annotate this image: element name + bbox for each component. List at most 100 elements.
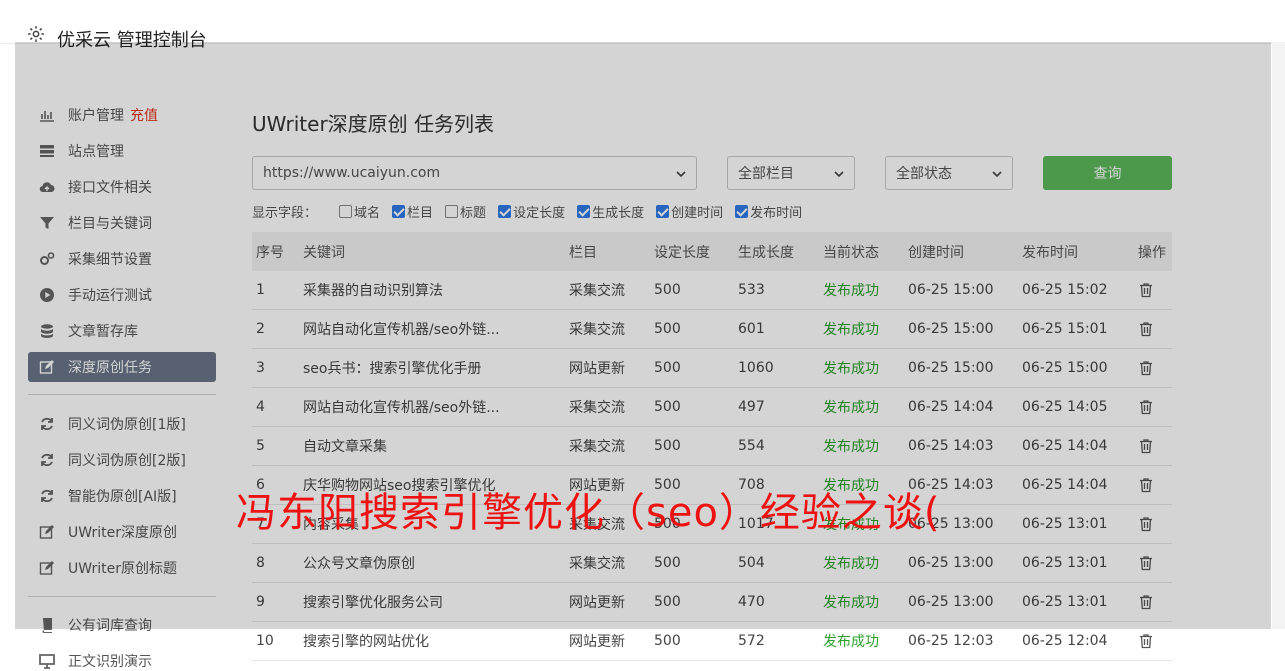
sidebar-item-uwriter-title[interactable]: UWriter原创标题 [28, 553, 216, 583]
field-checkbox-title[interactable]: 标题 [445, 202, 486, 221]
recharge-link[interactable]: 充值 [130, 105, 158, 125]
sidebar-item-manual-test[interactable]: 手动运行测试 [28, 280, 216, 310]
sidebar-item-synonym-v2[interactable]: 同义词伪原创[2版] [28, 445, 216, 475]
cell-keyword: 网站自动化宣传机器/seo外链... [303, 322, 500, 338]
checkbox[interactable] [656, 204, 670, 218]
table-header: 序号 关键词 栏目 设定长度 生成长度 当前状态 创建时间 发布时间 操作 [252, 232, 1172, 271]
cell-keyword: 公众号文章伪原创 [303, 556, 415, 572]
watermark-banner: 冯东阳搜索引擎优化（seo）经验之谈( [236, 490, 941, 536]
cell-keyword: 搜索引擎优化服务公司 [303, 595, 443, 611]
sidebar-item-smart-ai[interactable]: 智能伪原创[AI版] [28, 481, 216, 511]
cell-set-length: 500 [654, 399, 681, 415]
sidebar-item-uwriter-deep[interactable]: UWriter深度原创 [28, 517, 216, 547]
sidebar-item-deep-original-tasks[interactable]: 深度原创任务 [28, 352, 216, 382]
server-icon [38, 142, 56, 160]
cell-created: 06-25 15:00 [908, 282, 994, 298]
delete-button[interactable] [1138, 399, 1154, 419]
field-checkbox-gen-length[interactable]: 生成长度 [577, 202, 644, 221]
table-row: 4 网站自动化宣传机器/seo外链... 采集交流 500 497 发布成功 06-25 1… [252, 388, 1172, 427]
chevron-down-icon [676, 171, 686, 178]
delete-button[interactable] [1138, 633, 1154, 653]
cell-created: 06-25 13:00 [908, 555, 994, 571]
cell-gen-length: 504 [738, 555, 765, 571]
cell-gen-length: 470 [738, 594, 765, 610]
refresh-icon [38, 451, 56, 469]
sidebar-item-label: 手动运行测试 [68, 288, 152, 304]
column-select[interactable]: 全部栏目 [727, 156, 855, 190]
checkbox[interactable] [445, 204, 459, 218]
delete-button[interactable] [1138, 594, 1154, 614]
col-header: 栏目 [569, 244, 597, 261]
sidebar-item-label: 账户管理 [68, 108, 124, 124]
col-header: 序号 [256, 244, 284, 261]
cell-status: 发布成功 [823, 595, 879, 611]
field-checkbox-published[interactable]: 发布时间 [735, 202, 802, 221]
cell-column: 采集交流 [569, 400, 625, 416]
sidebar-item-columns-keywords[interactable]: 栏目与关键词 [28, 208, 216, 238]
delete-button[interactable] [1138, 282, 1154, 302]
site-select[interactable]: https://www.ucaiyun.com [252, 156, 697, 190]
query-button[interactable]: 查询 [1043, 156, 1172, 190]
sidebar-item-label: 接口文件相关 [68, 180, 152, 196]
sidebar-item-article-store[interactable]: 文章暂存库 [28, 316, 216, 346]
scrollbar-track[interactable] [1272, 42, 1285, 629]
cell-published: 06-25 12:04 [1022, 633, 1108, 649]
field-checkbox-column[interactable]: 栏目 [392, 202, 433, 221]
cell-set-length: 500 [654, 438, 681, 454]
field-checkbox-domain[interactable]: 域名 [339, 202, 380, 221]
checkbox[interactable] [392, 204, 406, 218]
cell-created: 06-25 15:00 [908, 321, 994, 337]
checkbox[interactable] [498, 204, 512, 218]
cell-index: 4 [256, 399, 265, 415]
field-checkbox-created[interactable]: 创建时间 [656, 202, 723, 221]
sidebar-item-synonym-v1[interactable]: 同义词伪原创[1版] [28, 409, 216, 439]
sidebar-item-label: UWriter深度原创 [68, 525, 177, 541]
checkbox[interactable] [735, 204, 749, 218]
cell-gen-length: 572 [738, 633, 765, 649]
cell-index: 3 [256, 360, 265, 376]
delete-button[interactable] [1138, 438, 1154, 458]
cell-published: 06-25 15:00 [1022, 360, 1108, 376]
table-row: 5 自动文章采集 采集交流 500 554 发布成功 06-25 14:03 06-25 14… [252, 427, 1172, 466]
table-row: 9 搜索引擎优化服务公司 网站更新 500 470 发布成功 06-25 13:00 06-2… [252, 583, 1172, 622]
sidebar-item-account[interactable]: 账户管理 充值 [28, 100, 216, 130]
delete-button[interactable] [1138, 477, 1154, 497]
cell-gen-length: 554 [738, 438, 765, 454]
col-header: 发布时间 [1022, 244, 1078, 261]
cell-status: 发布成功 [823, 634, 879, 650]
cell-published: 06-25 14:04 [1022, 438, 1108, 454]
cell-published: 06-25 13:01 [1022, 594, 1108, 610]
sidebar-item-interface-files[interactable]: 接口文件相关 [28, 172, 216, 202]
col-header: 创建时间 [908, 244, 964, 261]
field-checkbox-set-length[interactable]: 设定长度 [498, 202, 565, 221]
sidebar-item-label: 同义词伪原创[1版] [68, 417, 186, 433]
sidebar-item-collect-settings[interactable]: 采集细节设置 [28, 244, 216, 274]
checkbox[interactable] [339, 204, 353, 218]
cell-index: 8 [256, 555, 265, 571]
sidebar-item-text-recognition[interactable]: 正文识别演示 [28, 646, 216, 671]
status-select[interactable]: 全部状态 [885, 156, 1013, 190]
cell-published: 06-25 13:01 [1022, 516, 1108, 532]
delete-button[interactable] [1138, 360, 1154, 380]
cell-created: 06-25 14:03 [908, 438, 994, 454]
filter-icon [38, 214, 56, 232]
trash-icon [1140, 595, 1152, 610]
refresh-icon [38, 415, 56, 433]
sidebar-item-label: 站点管理 [68, 144, 124, 160]
task-table: 序号 关键词 栏目 设定长度 生成长度 当前状态 创建时间 发布时间 操作 1 采… [252, 232, 1172, 661]
delete-button[interactable] [1138, 555, 1154, 575]
sidebar-item-sites[interactable]: 站点管理 [28, 136, 216, 166]
delete-button[interactable] [1138, 516, 1154, 536]
sidebar-item-label: 深度原创任务 [68, 360, 152, 376]
table-row: 2 网站自动化宣传机器/seo外链... 采集交流 500 601 发布成功 06-25 1… [252, 310, 1172, 349]
col-header: 设定长度 [654, 244, 710, 261]
cell-index: 2 [256, 321, 265, 337]
sidebar-item-public-lexicon[interactable]: 公有词库查询 [28, 610, 216, 640]
display-fields: 显示字段： 域名 栏目 标题 设定长度 生成长度 创建时间 发布时间 [252, 202, 814, 221]
book-icon [38, 616, 56, 634]
cell-keyword: 搜索引擎的网站优化 [303, 634, 429, 650]
cell-column: 网站更新 [569, 595, 625, 611]
checkbox[interactable] [577, 204, 591, 218]
sidebar-item-label: 公有词库查询 [68, 618, 152, 634]
delete-button[interactable] [1138, 321, 1154, 341]
